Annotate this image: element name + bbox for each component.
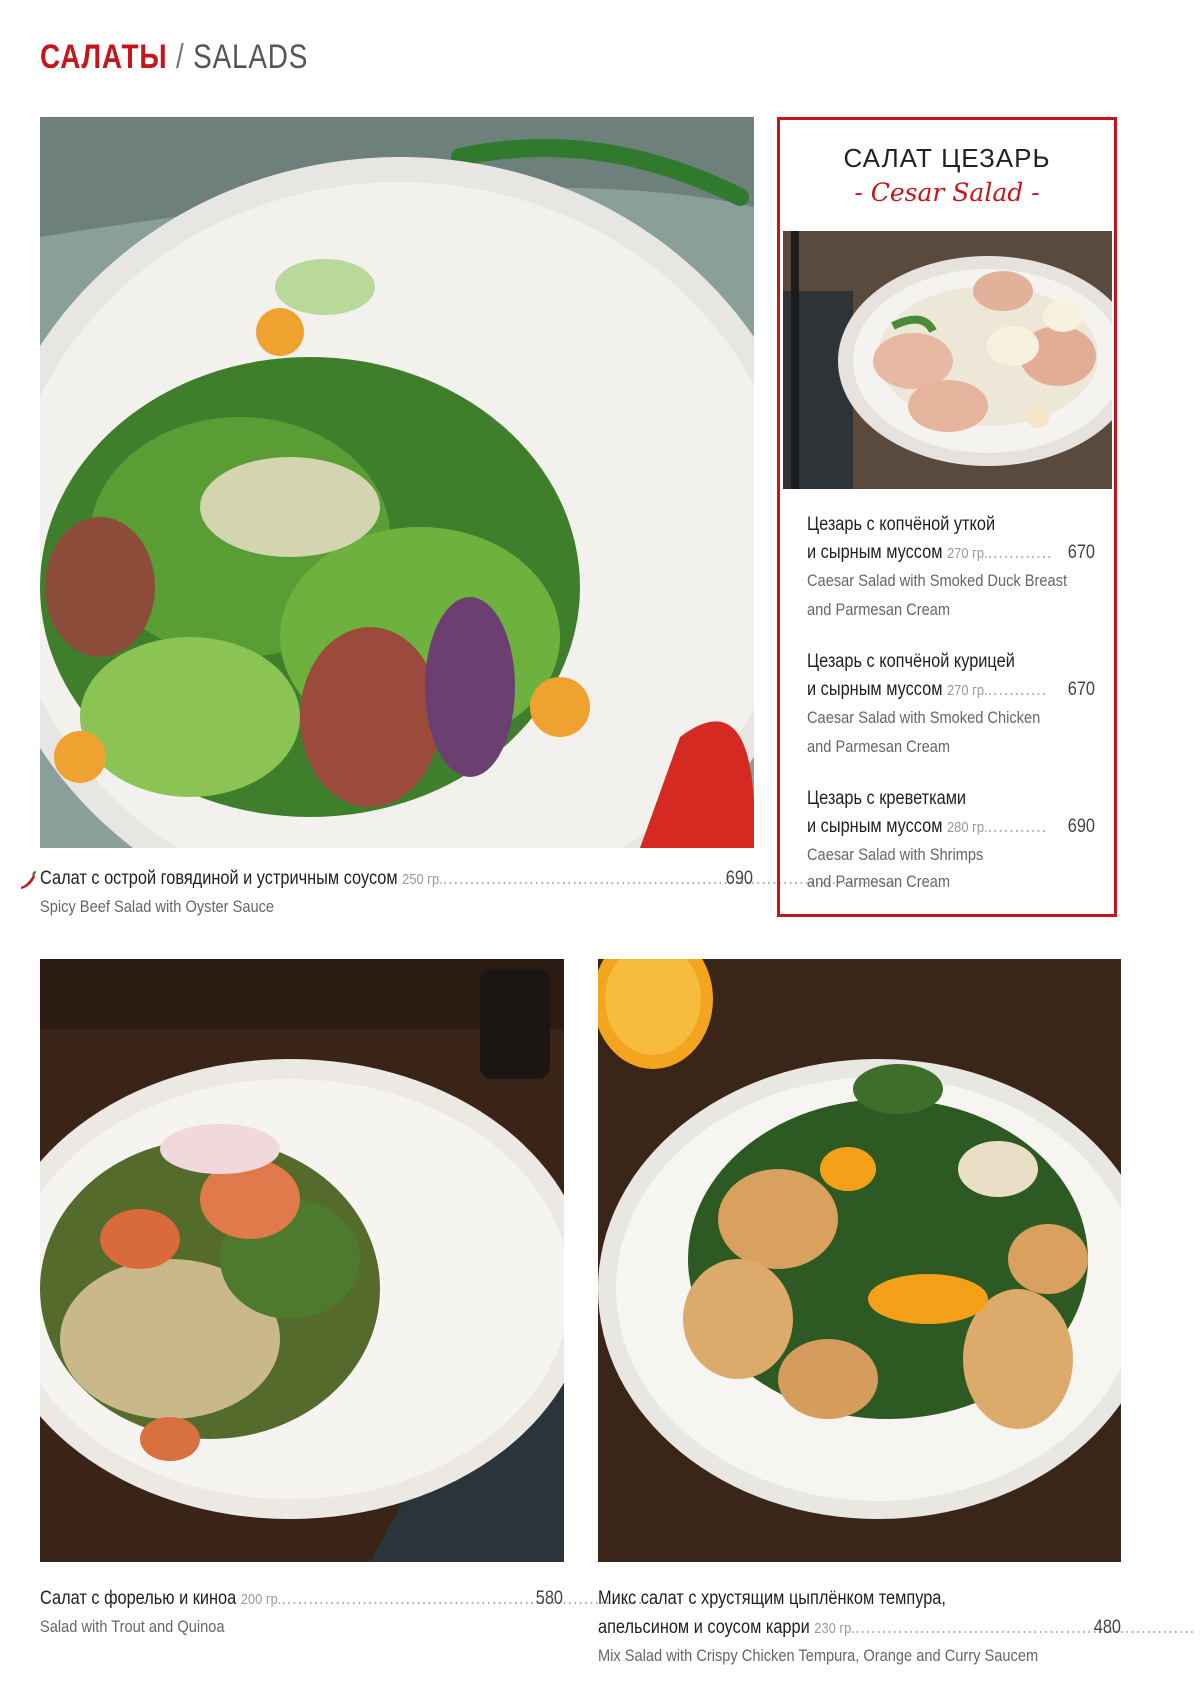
caesar-item-name: и сырным муссом bbox=[807, 542, 943, 563]
item-trout-quinoa-price: 580 bbox=[535, 1588, 563, 1609]
caesar-item-name: и сырным муссом bbox=[807, 816, 943, 837]
item-chicken-tempura-price: 480 bbox=[1093, 1617, 1121, 1638]
caesar-title-en: - Cesar Salad - bbox=[854, 178, 1040, 207]
item-chicken-tempura-name-line1: Микс салат с хрустящим цыплёнком темпура… bbox=[598, 1588, 946, 1609]
caesar-salad-photo bbox=[783, 231, 1112, 489]
caesar-item-name: и сырным муссом bbox=[807, 679, 943, 700]
caesar-item-2-en-line2: and Parmesan Cream bbox=[807, 737, 951, 756]
caesar-title-ru: САЛАТ ЦЕЗАРЬ bbox=[843, 143, 1051, 173]
item-chicken-tempura-name-en: Mix Salad with Crispy Chicken Tempura, O… bbox=[598, 1646, 1039, 1665]
caesar-item-weight: 270 гр. bbox=[947, 545, 988, 562]
title-separator: / bbox=[176, 38, 185, 76]
title-en: SALADS bbox=[193, 38, 309, 76]
item-name-ru: Салат с форелью и киноа bbox=[40, 1588, 237, 1609]
caesar-item-2-name-line1: Цезарь с копчёной курицей bbox=[807, 651, 1015, 672]
caesar-item-1-en-line2: and Parmesan Cream bbox=[807, 600, 951, 619]
caesar-item-1-name-line1: Цезарь с копчёной уткой bbox=[807, 514, 996, 535]
item-name-ru: апельсином и соусом карри bbox=[598, 1617, 810, 1638]
item-trout-quinoa-name: Салат с форелью и киноа 200 гр..........… bbox=[40, 1588, 654, 1609]
caesar-item-2-name-line2: и сырным муссом 270 гр............ bbox=[807, 679, 1047, 700]
trout-quinoa-salad-photo bbox=[40, 959, 564, 1562]
item-name-ru: Салат с острой говядиной и устричным соу… bbox=[40, 868, 398, 889]
caesar-item-1-price: 670 bbox=[1067, 542, 1095, 563]
caesar-item-1-en-line1: Caesar Salad with Smoked Duck Breast bbox=[807, 571, 1068, 590]
item-spicy-beef-name: Салат с острой говядиной и устричным соу… bbox=[40, 868, 897, 889]
caesar-item-3-en-line2: and Parmesan Cream bbox=[807, 872, 951, 891]
caesar-item-3-name-line1: Цезарь с креветками bbox=[807, 788, 967, 809]
item-weight: 250 гр. bbox=[402, 871, 443, 888]
caesar-item-weight: 270 гр. bbox=[947, 682, 988, 699]
chili-pepper-icon bbox=[18, 871, 38, 896]
item-chicken-tempura-name-line2: апельсином и соусом карри 230 гр........… bbox=[598, 1617, 1196, 1638]
item-spicy-beef-price: 690 bbox=[725, 868, 753, 889]
caesar-item-3-en-line1: Caesar Salad with Shrimps bbox=[807, 845, 984, 864]
caesar-item-3-price: 690 bbox=[1067, 816, 1095, 837]
chicken-tempura-salad-photo bbox=[598, 959, 1121, 1562]
caesar-item-weight: 280 гр. bbox=[947, 819, 988, 836]
caesar-item-2-price: 670 bbox=[1067, 679, 1095, 700]
caesar-item-2-en-line1: Caesar Salad with Smoked Chicken bbox=[807, 708, 1041, 727]
caesar-item-1-name-line2: и сырным муссом 270 гр............. bbox=[807, 542, 1053, 563]
spicy-beef-salad-photo bbox=[40, 117, 754, 848]
caesar-item-3-name-line2: и сырным муссом 280 гр............ bbox=[807, 816, 1047, 837]
page-title: САЛАТЫ / SALADS bbox=[40, 38, 308, 77]
item-spicy-beef-name-en: Spicy Beef Salad with Oyster Sauce bbox=[40, 897, 275, 916]
item-trout-quinoa-name-en: Salad with Trout and Quinoa bbox=[40, 1617, 225, 1636]
title-ru: САЛАТЫ bbox=[40, 38, 168, 76]
item-weight: 230 гр. bbox=[814, 1620, 855, 1637]
item-weight: 200 гр. bbox=[240, 1591, 282, 1608]
